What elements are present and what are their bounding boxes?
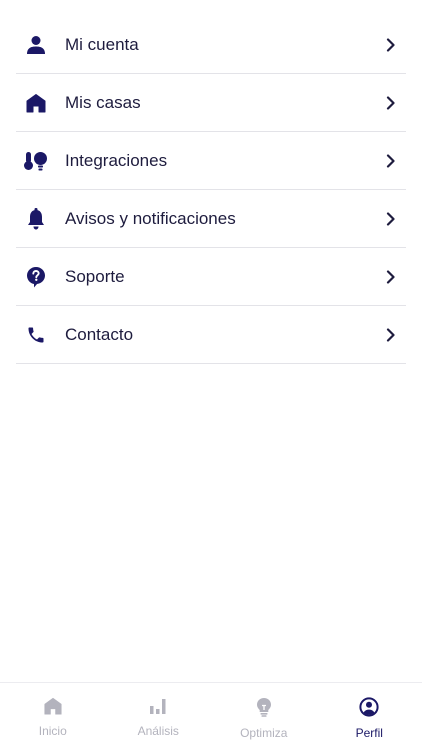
lightbulb-icon	[256, 697, 272, 722]
menu-item-label: Contacto	[65, 324, 134, 344]
tab-label: Análisis	[137, 724, 179, 738]
chevron-right-icon	[376, 95, 406, 110]
chevron-right-icon	[376, 153, 406, 168]
profile-circle-icon	[359, 697, 379, 722]
tab-perfil[interactable]: Perfil	[317, 683, 422, 750]
bell-icon	[16, 207, 56, 230]
menu-item-soporte[interactable]: Soporte	[16, 248, 406, 306]
tab-analisis[interactable]: Análisis	[106, 683, 212, 750]
menu-item-label: Mi cuenta	[65, 34, 139, 54]
chevron-right-icon	[376, 327, 406, 342]
chevron-right-icon	[376, 37, 406, 52]
tab-optimiza[interactable]: Optimiza	[211, 683, 317, 750]
profile-menu: Mi cuenta Mis casas Integraciones Avisos…	[16, 16, 406, 364]
help-bubble-icon	[16, 266, 56, 288]
tab-inicio[interactable]: Inicio	[0, 683, 106, 750]
person-icon	[16, 35, 56, 55]
chevron-right-icon	[376, 211, 406, 226]
bottom-tab-bar: Inicio Análisis Optimiza Perfil	[0, 682, 422, 750]
profile-screen: Mi cuenta Mis casas Integraciones Avisos…	[0, 0, 422, 750]
home-icon	[44, 697, 62, 720]
tab-label: Perfil	[355, 726, 383, 740]
menu-item-contacto[interactable]: Contacto	[16, 306, 406, 364]
menu-item-label: Avisos y notificaciones	[65, 208, 236, 228]
bar-chart-icon	[149, 697, 167, 720]
menu-item-label: Soporte	[65, 266, 125, 286]
home-icon	[16, 93, 56, 113]
chevron-right-icon	[376, 269, 406, 284]
tab-label: Optimiza	[240, 726, 288, 740]
phone-icon	[16, 325, 56, 345]
menu-item-mis-casas[interactable]: Mis casas	[16, 74, 406, 132]
thermometer-bulb-icon	[16, 151, 56, 171]
menu-item-mi-cuenta[interactable]: Mi cuenta	[16, 16, 406, 74]
menu-item-label: Integraciones	[65, 150, 168, 170]
menu-item-avisos[interactable]: Avisos y notificaciones	[16, 190, 406, 248]
tab-label: Inicio	[38, 724, 67, 738]
menu-item-integraciones[interactable]: Integraciones	[16, 132, 406, 190]
menu-item-label: Mis casas	[65, 92, 141, 112]
